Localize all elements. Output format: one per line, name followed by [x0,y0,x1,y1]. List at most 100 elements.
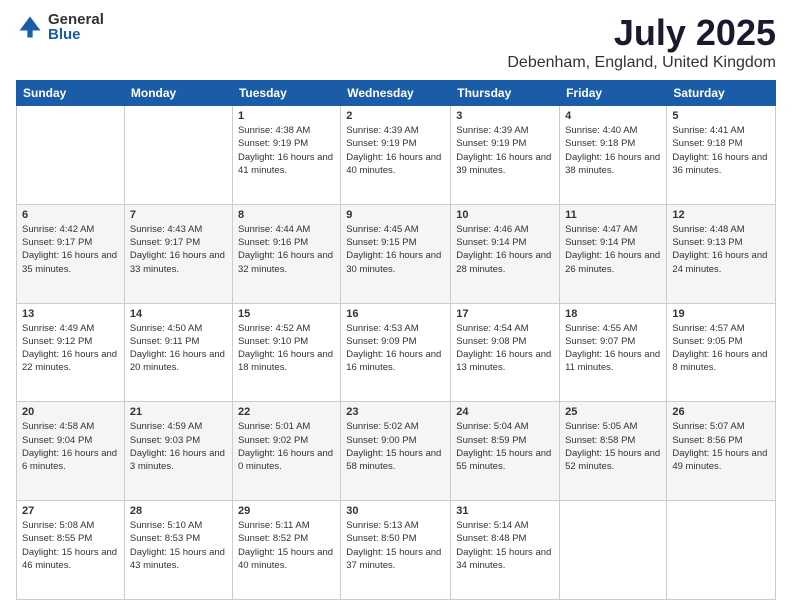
calendar-cell: 10 Sunrise: 4:46 AMSunset: 9:14 PMDaylig… [451,204,560,303]
day-info: Sunrise: 4:42 AMSunset: 9:17 PMDaylight:… [22,223,119,276]
header-row: Sunday Monday Tuesday Wednesday Thursday… [17,81,776,106]
header-friday: Friday [560,81,667,106]
day-info: Sunrise: 4:47 AMSunset: 9:14 PMDaylight:… [565,223,661,276]
calendar-cell [124,106,232,205]
day-number: 18 [565,308,661,320]
day-number: 27 [22,505,119,517]
calendar-cell: 16 Sunrise: 4:53 AMSunset: 9:09 PMDaylig… [341,303,451,402]
calendar-cell [667,501,776,600]
title-block: July 2025 Debenham, England, United King… [507,12,776,72]
day-info: Sunrise: 4:43 AMSunset: 9:17 PMDaylight:… [130,223,227,276]
logo: General Blue [16,12,104,42]
calendar-cell: 22 Sunrise: 5:01 AMSunset: 9:02 PMDaylig… [232,402,340,501]
header-saturday: Saturday [667,81,776,106]
header-wednesday: Wednesday [341,81,451,106]
day-number: 3 [456,110,554,122]
day-number: 4 [565,110,661,122]
logo-general-text: General [48,12,104,27]
calendar-cell: 21 Sunrise: 4:59 AMSunset: 9:03 PMDaylig… [124,402,232,501]
title-month: July 2025 [507,12,776,54]
week-row-2: 6 Sunrise: 4:42 AMSunset: 9:17 PMDayligh… [17,204,776,303]
day-number: 2 [346,110,445,122]
day-info: Sunrise: 5:04 AMSunset: 8:59 PMDaylight:… [456,420,554,473]
day-info: Sunrise: 4:55 AMSunset: 9:07 PMDaylight:… [565,322,661,375]
day-number: 6 [22,209,119,221]
day-info: Sunrise: 4:41 AMSunset: 9:18 PMDaylight:… [672,124,770,177]
calendar-cell: 23 Sunrise: 5:02 AMSunset: 9:00 PMDaylig… [341,402,451,501]
day-info: Sunrise: 5:08 AMSunset: 8:55 PMDaylight:… [22,519,119,572]
calendar-cell: 2 Sunrise: 4:39 AMSunset: 9:19 PMDayligh… [341,106,451,205]
logo-blue-text: Blue [48,27,104,42]
day-number: 26 [672,406,770,418]
calendar-cell: 14 Sunrise: 4:50 AMSunset: 9:11 PMDaylig… [124,303,232,402]
day-info: Sunrise: 5:14 AMSunset: 8:48 PMDaylight:… [456,519,554,572]
day-number: 1 [238,110,335,122]
calendar-cell: 27 Sunrise: 5:08 AMSunset: 8:55 PMDaylig… [17,501,125,600]
day-info: Sunrise: 4:52 AMSunset: 9:10 PMDaylight:… [238,322,335,375]
calendar-cell: 25 Sunrise: 5:05 AMSunset: 8:58 PMDaylig… [560,402,667,501]
day-number: 29 [238,505,335,517]
day-info: Sunrise: 4:40 AMSunset: 9:18 PMDaylight:… [565,124,661,177]
day-number: 5 [672,110,770,122]
day-info: Sunrise: 4:49 AMSunset: 9:12 PMDaylight:… [22,322,119,375]
calendar-cell: 4 Sunrise: 4:40 AMSunset: 9:18 PMDayligh… [560,106,667,205]
day-number: 21 [130,406,227,418]
calendar-cell: 26 Sunrise: 5:07 AMSunset: 8:56 PMDaylig… [667,402,776,501]
day-info: Sunrise: 5:10 AMSunset: 8:53 PMDaylight:… [130,519,227,572]
day-number: 22 [238,406,335,418]
calendar-cell: 28 Sunrise: 5:10 AMSunset: 8:53 PMDaylig… [124,501,232,600]
day-info: Sunrise: 4:54 AMSunset: 9:08 PMDaylight:… [456,322,554,375]
calendar-cell: 24 Sunrise: 5:04 AMSunset: 8:59 PMDaylig… [451,402,560,501]
week-row-5: 27 Sunrise: 5:08 AMSunset: 8:55 PMDaylig… [17,501,776,600]
day-info: Sunrise: 4:39 AMSunset: 9:19 PMDaylight:… [346,124,445,177]
day-number: 16 [346,308,445,320]
day-number: 14 [130,308,227,320]
calendar-cell: 19 Sunrise: 4:57 AMSunset: 9:05 PMDaylig… [667,303,776,402]
day-number: 30 [346,505,445,517]
calendar-cell: 3 Sunrise: 4:39 AMSunset: 9:19 PMDayligh… [451,106,560,205]
day-info: Sunrise: 5:11 AMSunset: 8:52 PMDaylight:… [238,519,335,572]
day-number: 12 [672,209,770,221]
week-row-4: 20 Sunrise: 4:58 AMSunset: 9:04 PMDaylig… [17,402,776,501]
week-row-3: 13 Sunrise: 4:49 AMSunset: 9:12 PMDaylig… [17,303,776,402]
day-number: 25 [565,406,661,418]
calendar-cell: 5 Sunrise: 4:41 AMSunset: 9:18 PMDayligh… [667,106,776,205]
day-number: 31 [456,505,554,517]
day-info: Sunrise: 5:01 AMSunset: 9:02 PMDaylight:… [238,420,335,473]
day-number: 9 [346,209,445,221]
day-number: 11 [565,209,661,221]
calendar-cell: 30 Sunrise: 5:13 AMSunset: 8:50 PMDaylig… [341,501,451,600]
calendar-cell: 8 Sunrise: 4:44 AMSunset: 9:16 PMDayligh… [232,204,340,303]
calendar-cell: 12 Sunrise: 4:48 AMSunset: 9:13 PMDaylig… [667,204,776,303]
day-number: 7 [130,209,227,221]
calendar-cell: 9 Sunrise: 4:45 AMSunset: 9:15 PMDayligh… [341,204,451,303]
calendar-table: Sunday Monday Tuesday Wednesday Thursday… [16,80,776,600]
day-info: Sunrise: 4:58 AMSunset: 9:04 PMDaylight:… [22,420,119,473]
day-info: Sunrise: 4:44 AMSunset: 9:16 PMDaylight:… [238,223,335,276]
header-monday: Monday [124,81,232,106]
header-tuesday: Tuesday [232,81,340,106]
day-info: Sunrise: 4:38 AMSunset: 9:19 PMDaylight:… [238,124,335,177]
day-info: Sunrise: 4:50 AMSunset: 9:11 PMDaylight:… [130,322,227,375]
calendar-cell: 18 Sunrise: 4:55 AMSunset: 9:07 PMDaylig… [560,303,667,402]
day-number: 15 [238,308,335,320]
header: General Blue July 2025 Debenham, England… [16,12,776,72]
calendar-cell: 17 Sunrise: 4:54 AMSunset: 9:08 PMDaylig… [451,303,560,402]
day-number: 17 [456,308,554,320]
day-info: Sunrise: 4:48 AMSunset: 9:13 PMDaylight:… [672,223,770,276]
day-number: 28 [130,505,227,517]
calendar-cell: 11 Sunrise: 4:47 AMSunset: 9:14 PMDaylig… [560,204,667,303]
day-number: 24 [456,406,554,418]
calendar-cell: 20 Sunrise: 4:58 AMSunset: 9:04 PMDaylig… [17,402,125,501]
day-number: 8 [238,209,335,221]
calendar-cell: 6 Sunrise: 4:42 AMSunset: 9:17 PMDayligh… [17,204,125,303]
day-info: Sunrise: 5:05 AMSunset: 8:58 PMDaylight:… [565,420,661,473]
title-location: Debenham, England, United Kingdom [507,54,776,72]
day-number: 20 [22,406,119,418]
day-number: 10 [456,209,554,221]
calendar-cell [560,501,667,600]
day-number: 23 [346,406,445,418]
day-info: Sunrise: 4:46 AMSunset: 9:14 PMDaylight:… [456,223,554,276]
calendar-cell: 1 Sunrise: 4:38 AMSunset: 9:19 PMDayligh… [232,106,340,205]
calendar-cell: 7 Sunrise: 4:43 AMSunset: 9:17 PMDayligh… [124,204,232,303]
